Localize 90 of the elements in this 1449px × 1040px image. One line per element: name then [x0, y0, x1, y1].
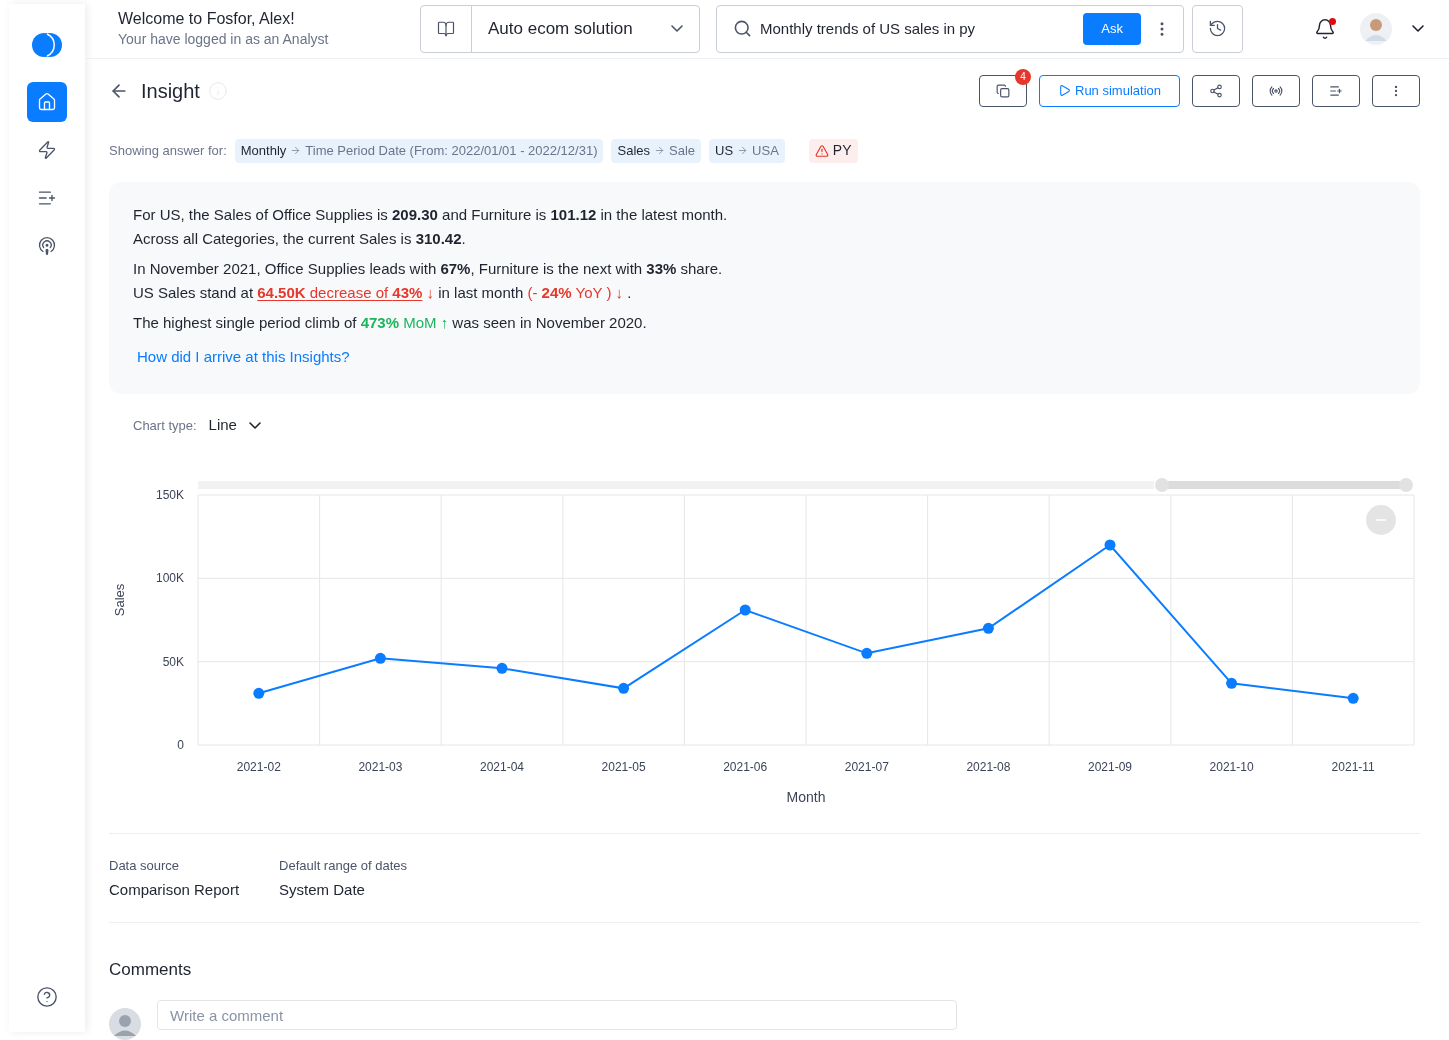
x-tick-label: 2021-04 [480, 759, 524, 774]
y-tick-label: 100K [155, 570, 184, 585]
query-input[interactable]: Monthly trends of US sales in py [760, 17, 1084, 40]
dataset-name: Auto ecom solution [488, 18, 634, 40]
search-icon [733, 19, 752, 39]
history-button[interactable] [1192, 4, 1243, 53]
insight-sentence: For US, the Sales of Office Supplies is 209.30 and Furniture is 101.12 in the latest month. [133, 204, 729, 225]
arrow-right-icon [654, 145, 665, 156]
filters-label: Showing answer for: [109, 141, 227, 160]
insight-sentence: The highest single period climb of 473% MoM ↑ was seen in November 2020. [133, 312, 648, 333]
info-icon [207, 80, 228, 101]
x-tick-label: 2021-11 [1331, 759, 1375, 774]
play-icon [1058, 84, 1071, 97]
x-tick-label: 2021-06 [723, 759, 768, 774]
data-point [1104, 539, 1116, 550]
zoom-slider-track[interactable] [198, 480, 1154, 489]
detail-label: Default range of dates [279, 856, 407, 875]
y-tick-label: 150K [155, 487, 184, 502]
zoom-slider-range[interactable] [1155, 477, 1413, 492]
help-icon[interactable] [36, 986, 58, 1008]
detail-value: System Date [279, 880, 366, 900]
count-badge: 4 [1015, 68, 1031, 85]
insight-sentence: In November 2021, Office Supplies leads with 67%, Furniture is the next with 33% share. [133, 258, 724, 279]
list-add-icon [1329, 83, 1343, 98]
insight-link[interactable]: How did I arrive at this Insights? [137, 345, 350, 368]
add-to-list-button[interactable] [1312, 74, 1360, 107]
y-tick-label: 0 [177, 737, 184, 752]
welcome-title: Welcome to Fosfor, Alex! [118, 8, 296, 29]
chevron-down-icon[interactable] [1412, 25, 1424, 33]
chip-key: Monthly [240, 140, 287, 161]
chip-value: Sale [669, 141, 696, 160]
arrow-right-icon [290, 145, 302, 156]
dataset-dropdown[interactable]: Auto ecom solution [420, 4, 700, 53]
avatar [109, 1008, 141, 1040]
history-icon [1208, 19, 1227, 39]
comments-title: Comments [109, 958, 193, 981]
data-point [982, 622, 994, 634]
x-tick-label: 2021-09 [1088, 759, 1132, 774]
warning-text: PY [832, 141, 852, 160]
data-point [861, 647, 873, 659]
data-point [1226, 677, 1238, 689]
comment-field[interactable]: Write a comment [157, 1000, 957, 1030]
run-simulation-button[interactable]: Run simulation [1039, 74, 1180, 107]
detail-label: Data source [109, 856, 181, 875]
notification-button[interactable] [1314, 17, 1336, 40]
lightning-icon [37, 140, 57, 160]
query-field[interactable]: Monthly trends of US sales in py Ask [716, 4, 1184, 53]
ask-button[interactable]: Ask [1083, 12, 1141, 45]
warning-icon [814, 143, 829, 158]
chevron-down-icon [248, 421, 261, 429]
x-tick-label: 2021-07 [844, 759, 889, 774]
home-icon [37, 92, 57, 112]
x-tick-label: 2021-05 [601, 759, 646, 774]
insight-sentence: US Sales stand at 64.50K decrease of 43% ↓ in last month (- 24% YoY ) ↓ . [133, 282, 633, 303]
chart-type-dropdown[interactable]: Line [208, 414, 261, 437]
y-tick-label: 50K [162, 654, 184, 669]
page-title: Insight [141, 78, 200, 104]
x-tick-label: 2021-08 [966, 759, 1011, 774]
chip-value: USA [752, 141, 779, 160]
arrow-right-icon [737, 145, 749, 156]
data-point [253, 687, 265, 699]
chip-key: Sales [617, 140, 650, 161]
broadcast-icon [1269, 83, 1283, 98]
detail-value: Comparison Report [109, 880, 240, 900]
data-point [374, 652, 386, 664]
logo-icon [31, 32, 63, 58]
nav-item[interactable] [27, 82, 67, 122]
chip-key: US [715, 140, 734, 161]
data-point [618, 682, 630, 694]
data-point [1347, 692, 1359, 704]
broadcast-icon [37, 236, 57, 256]
insight-sentence: Across all Categories, the current Sales is 310.42. [133, 228, 467, 249]
copy-icon [996, 83, 1010, 98]
more-button[interactable] [1372, 74, 1420, 107]
role-subtitle: Your have logged in as an Analyst [118, 29, 330, 49]
chart-type-label: Chart type: [133, 416, 197, 435]
chevron-down-icon [671, 25, 683, 33]
chip-value: Time Period Date (From: 2022/01/01 - 2022/12/31) [305, 141, 598, 160]
data-point [739, 604, 751, 615]
broadcast-button[interactable] [1252, 74, 1300, 107]
book-icon [437, 19, 455, 38]
share-icon [1209, 83, 1223, 98]
x-tick-label: 2021-10 [1209, 759, 1254, 774]
x-axis-title: Month [786, 788, 826, 805]
bell-icon [1314, 17, 1336, 40]
x-tick-label: 2021-02 [236, 759, 281, 774]
share-button[interactable] [1192, 74, 1240, 107]
data-point [496, 662, 508, 674]
x-tick-label: 2021-03 [358, 759, 403, 774]
y-axis-title: Sales [112, 583, 127, 616]
